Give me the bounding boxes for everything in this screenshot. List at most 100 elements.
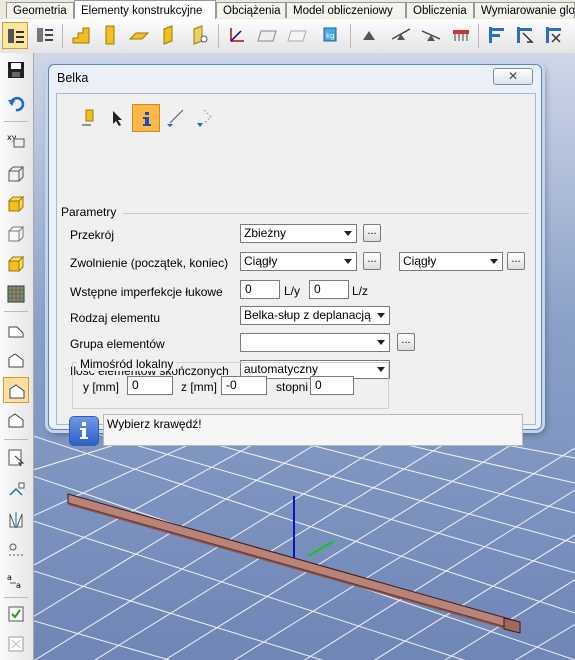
view-wireframe-button[interactable] (3, 161, 29, 187)
ground-grid (34, 432, 575, 660)
undo-button[interactable] (3, 91, 29, 117)
surface-2-icon (287, 30, 307, 42)
ecc-z-input[interactable]: -0 (221, 376, 267, 395)
local-axes-button[interactable] (224, 22, 250, 49)
status-message: Wybierz krawędź! (103, 414, 523, 446)
svg-text:a: a (16, 581, 21, 589)
tab-obciazenia[interactable]: Obciążenia (216, 2, 286, 18)
coordinates-icon: xy (7, 133, 25, 148)
select-chain-icon (197, 109, 212, 127)
rename-button[interactable]: aa (3, 567, 29, 593)
coordinates-button[interactable]: xy (3, 127, 29, 153)
report-button[interactable] (3, 631, 29, 657)
zwolnienie-start-more-button[interactable]: ... (363, 252, 381, 270)
chevron-down-icon (490, 259, 498, 264)
column-icon (105, 25, 115, 45)
checklist-icon (8, 606, 24, 622)
imperfekcje-lz-unit: L/z (352, 284, 369, 298)
select-filter-button[interactable] (512, 22, 538, 49)
select-line-mode-button[interactable] (161, 104, 189, 132)
stairs-button[interactable] (68, 22, 94, 49)
foundation-icon (453, 30, 469, 41)
floppy-disk-icon (8, 62, 24, 78)
przekroj-value: Zbieżny (244, 226, 287, 240)
zwolnienie-end-more-button[interactable]: ... (507, 252, 525, 270)
przekroj-select[interactable]: Zbieżny (240, 224, 357, 243)
beam-tool-button[interactable] (2, 22, 28, 49)
pointer-mode-button[interactable] (103, 104, 131, 132)
pointer-icon (113, 111, 122, 126)
slab-button[interactable] (126, 22, 152, 49)
support-button[interactable] (356, 22, 382, 49)
save-button[interactable] (3, 57, 29, 83)
section-active-button[interactable] (3, 377, 29, 403)
undo-icon (8, 96, 25, 112)
belka-dialog: Belka ✕ Parametry Przekrój Zbieżny ... Z… (48, 64, 542, 446)
filter-button[interactable] (484, 22, 510, 49)
cube-transparent-icon (8, 226, 25, 242)
local-axes-icon (230, 28, 244, 42)
surface-2-button[interactable] (284, 22, 310, 49)
stairs-icon (72, 27, 90, 44)
move-button[interactable] (3, 477, 29, 503)
imperfekcje-lz-input[interactable]: 0 (309, 280, 349, 299)
slab-icon (129, 32, 149, 40)
przekroj-more-button[interactable]: ... (363, 224, 381, 242)
imperfekcje-ly-unit: L/y (284, 284, 301, 298)
hinge-button[interactable] (388, 22, 414, 49)
select-line-icon (167, 109, 184, 127)
weight-icon: kg (323, 27, 337, 42)
grupa-select[interactable] (240, 333, 390, 352)
y-axis (307, 540, 335, 557)
column-button[interactable] (97, 22, 123, 49)
tab-elementy-konstrukcyjne[interactable]: Elementy konstrukcyjne (74, 0, 216, 19)
grid-button[interactable] (3, 281, 29, 307)
zwolnienie-end-select[interactable]: Ciągły (399, 252, 503, 271)
element-list-icon (37, 28, 53, 42)
tab-geometria[interactable]: Geometria (6, 2, 74, 18)
select-chain-mode-button[interactable] (190, 104, 218, 132)
check-button[interactable] (3, 601, 29, 627)
beam-mode-button[interactable] (74, 104, 102, 132)
support-icon (363, 31, 375, 40)
wall-button[interactable] (157, 22, 183, 49)
mirror-button[interactable] (3, 507, 29, 533)
tab-wymiarowanie[interactable]: Wymiarowanie glo (474, 2, 575, 18)
zwolnienie-start-select[interactable]: Ciągły (240, 252, 357, 271)
tab-model-obliczeniowy[interactable]: Model obliczeniowy (286, 2, 406, 18)
svg-text:a: a (7, 573, 12, 582)
rodzaj-select[interactable]: Belka-słup z deplanacją (240, 306, 390, 325)
ecc-y-label: y [mm] (83, 380, 119, 394)
surface-button[interactable] (254, 22, 280, 49)
link-button[interactable] (418, 22, 444, 49)
wall-icon (163, 25, 173, 45)
tab-obliczenia[interactable]: Obliczenia (406, 2, 474, 18)
cube-wireframe-icon (8, 166, 25, 182)
deselect-filter-button[interactable] (541, 22, 567, 49)
section-cut-icon (8, 413, 24, 428)
imperfekcje-ly-input[interactable]: 0 (240, 280, 280, 299)
dimension-button[interactable] (3, 537, 29, 563)
view-transparent-button[interactable] (3, 221, 29, 247)
close-button[interactable]: ✕ (493, 68, 533, 85)
foundation-button[interactable] (448, 22, 474, 49)
select-filter-icon (517, 27, 534, 43)
chevron-down-icon (377, 340, 385, 345)
view-render-button[interactable] (3, 251, 29, 277)
imperfekcje-label: Wstępne imperfekcje łukowe (70, 285, 223, 299)
material-weight-button[interactable]: kg (318, 22, 344, 49)
section-view-button[interactable] (3, 317, 29, 343)
grupa-more-button[interactable]: ... (397, 333, 415, 351)
select-element-button[interactable] (3, 445, 29, 471)
section-cut-button[interactable] (3, 407, 29, 433)
element-list-button[interactable] (32, 22, 58, 49)
ecc-y-input[interactable]: 0 (127, 376, 173, 395)
cube-render-icon (7, 255, 25, 273)
panel-button[interactable] (187, 22, 213, 49)
ecc-deg-input[interactable]: 0 (310, 376, 354, 395)
section-3d-button[interactable] (3, 347, 29, 373)
view-solid-button[interactable] (3, 191, 29, 217)
info-mode-button[interactable] (132, 104, 160, 132)
ribbon-tab-bar: Geometria Elementy konstrukcyjne Obciąże… (0, 0, 575, 20)
zwolnienie-start-value: Ciągły (244, 254, 278, 268)
